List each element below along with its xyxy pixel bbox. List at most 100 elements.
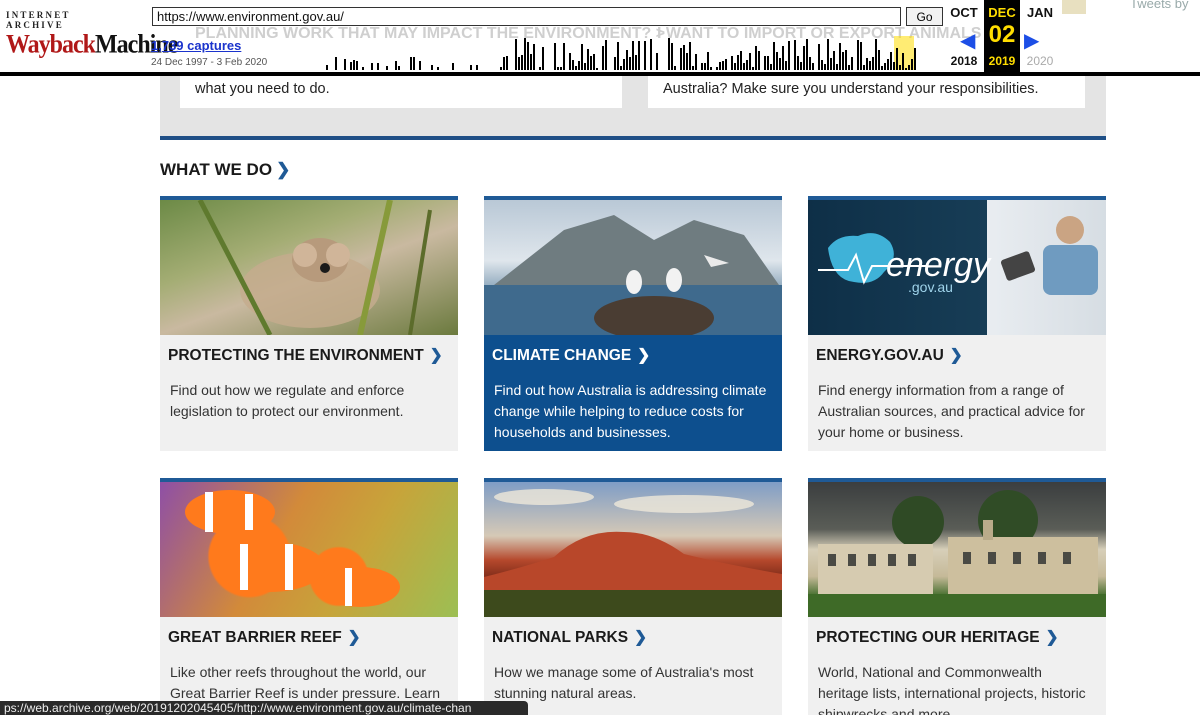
card-climate-change[interactable]: CLIMATE CHANGE ❯ Find out how Australia i… [484,196,782,451]
current-day: 02 [988,21,1016,48]
capture-bar [836,64,838,70]
capture-bar [734,63,736,70]
capture-bar [683,45,685,70]
capture-bar [716,67,718,70]
go-button[interactable]: Go [906,7,943,26]
capture-bar [410,57,412,70]
capture-bar [503,57,505,70]
capture-bar [437,67,439,70]
possum-illustration [197,200,432,335]
capture-bar [830,58,832,70]
card-protecting-environment[interactable]: PROTECTING THE ENVIRONMENT ❯ Find out how… [160,196,458,451]
logo-wayback-machine: WaybackMachine [6,31,178,61]
capture-bar [764,56,766,70]
capture-date-range: 24 Dec 1997 - 3 Feb 2020 [151,57,268,68]
section-title-what-we-do[interactable]: WHAT WE DO ❯ [160,160,290,180]
capture-bar [782,46,784,70]
capture-bar [818,44,820,70]
capture-bar [554,43,556,70]
capture-bar [842,52,844,70]
capture-bar [575,66,577,70]
capture-bar [869,61,871,70]
capture-sparkline[interactable] [320,36,920,70]
capture-bar [500,67,502,70]
capture-bar [896,48,898,70]
clownfish-illustration [185,490,400,607]
capture-bar [689,42,691,70]
capture-bar [692,66,694,70]
capture-bar [812,63,814,70]
prev-capture-arrow-icon[interactable]: ◀ [960,28,975,53]
capture-bar [797,56,799,70]
capture-bar [560,67,562,70]
section-title-text: WHAT WE DO [160,160,273,179]
energy-logo-subtext: .gov.au [908,279,953,295]
capture-bar [632,41,634,70]
card-great-barrier-reef[interactable]: GREAT BARRIER REEF ❯ Like other reefs thr… [160,478,458,715]
capture-bar [656,53,658,70]
card-protecting-heritage[interactable]: PROTECTING OUR HERITAGE ❯ World, National… [808,478,1106,715]
card-title[interactable]: ENERGY.GOV.AU ❯ [808,335,1106,365]
chevron-right-icon: ❯ [347,629,361,646]
top-card-panel: what you need to do. Australia? Make sur… [160,70,1106,140]
card-title[interactable]: PROTECTING THE ENVIRONMENT ❯ [160,335,458,365]
capture-bar [650,39,652,70]
card-description: Find out how Australia is addressing cli… [494,382,767,440]
captures-link[interactable]: 1,739 captures [151,38,241,53]
capture-bar [395,61,397,70]
energy-image: energy .gov.au [808,200,1106,335]
wayback-logo[interactable]: INTERNET ARCHIVE WaybackMachine [6,10,178,61]
wayback-url-input[interactable] [152,7,901,26]
capture-bar [371,63,373,70]
capture-bar [779,58,781,70]
capture-bar [524,38,526,70]
capture-bar [515,39,517,70]
capture-bar [356,61,358,70]
logo-internet-archive: INTERNET ARCHIVE [6,10,71,30]
tweets-link[interactable]: Tweets by [1130,0,1189,11]
prev-year[interactable]: 2018 [944,54,984,68]
capture-bar [725,59,727,70]
capture-bar [563,43,565,70]
prev-month[interactable]: OCT [944,5,984,20]
card-title-text: PROTECTING THE ENVIRONMENT [168,347,424,364]
capture-bar [707,52,709,70]
card-title[interactable]: GREAT BARRIER REEF ❯ [160,617,458,647]
top-card-text: Australia? Make sure you understand your… [663,81,1039,97]
chevron-right-icon: ❯ [637,347,651,364]
capture-bar [419,61,421,70]
card-energy-gov-au[interactable]: energy .gov.au ENERGY.GOV.AU ❯ Find energ… [808,196,1106,451]
card-title[interactable]: NATIONAL PARKS ❯ [484,617,782,647]
capture-bar [557,67,559,70]
heritage-illustration [808,490,1106,617]
capture-bar [752,67,754,70]
capture-bar [749,53,751,70]
capture-bar [362,67,364,70]
next-year[interactable]: 2020 [1020,54,1060,68]
card-description: World, National and Commonwealth heritag… [818,664,1086,715]
card-title-text: GREAT BARRIER REEF [168,629,342,646]
card-title-text: NATIONAL PARKS [492,629,629,646]
capture-bar [893,62,895,70]
capture-bar [794,40,796,70]
next-month[interactable]: JAN [1020,5,1060,20]
next-capture-arrow-icon[interactable]: ▶ [1024,28,1039,53]
chevron-right-icon: ❯ [949,347,963,364]
capture-bar [530,54,532,70]
capture-bar [908,65,910,70]
card-description: Find energy information from a range of … [818,382,1085,440]
card-title[interactable]: CLIMATE CHANGE ❯ [484,335,782,365]
capture-bar [452,63,454,70]
capture-bar [398,66,400,70]
possum-image [160,200,458,335]
card-national-parks[interactable]: NATIONAL PARKS ❯ How we manage some of Au… [484,478,782,715]
mountain-image [484,482,782,617]
capture-bar [476,65,478,70]
capture-bar [905,68,907,70]
card-title[interactable]: PROTECTING OUR HERITAGE ❯ [808,617,1106,647]
card-description: Find out how we regulate and enforce leg… [170,382,405,419]
capture-bar [602,46,604,70]
card-description: How we manage some of Australia's most s… [494,664,754,701]
capture-bar [521,55,523,70]
capture-bar [695,54,697,70]
